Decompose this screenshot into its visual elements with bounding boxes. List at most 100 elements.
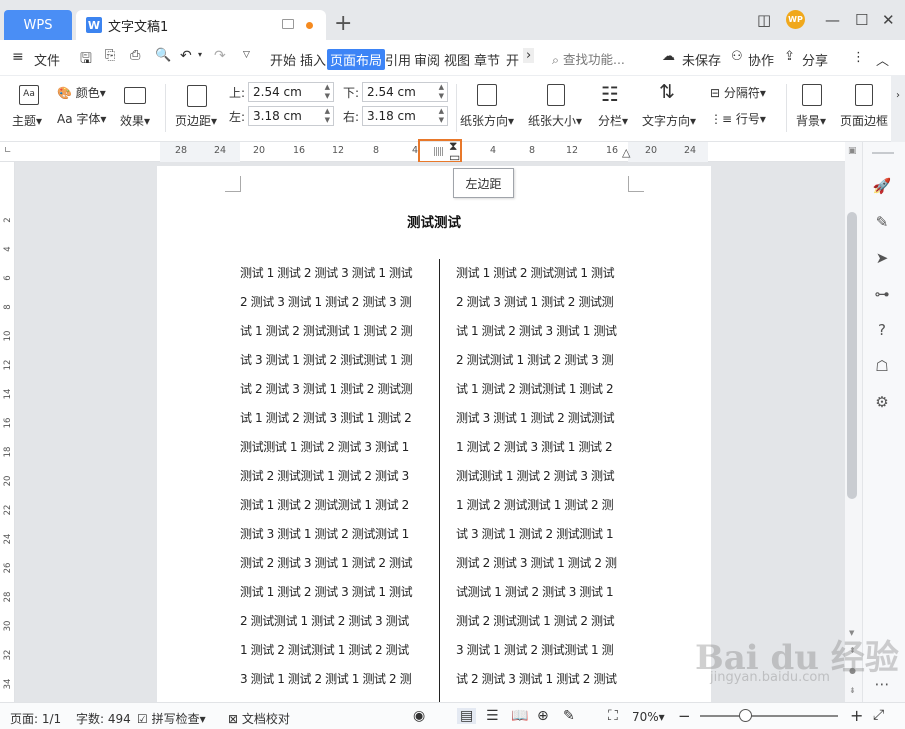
ribbon-scroll-right-icon[interactable]: › [891, 76, 905, 142]
page-view-icon[interactable]: ▤ [457, 708, 477, 724]
fullscreen-icon[interactable]: ⤢ [873, 707, 884, 723]
adjust-sliders-icon[interactable]: ⊶ [872, 284, 892, 304]
spell-check-button[interactable]: ☑ 拼写检查▾ [137, 710, 206, 727]
wps-home-tab[interactable]: WPS [4, 10, 72, 40]
spinner-icon[interactable]: ▲ ▼ [325, 83, 330, 101]
right-indent-marker-icon[interactable]: △ [622, 146, 630, 159]
top-margin-field[interactable]: 2.54 cm ▲ ▼ [248, 82, 334, 102]
document-heading[interactable]: 测试测试 [157, 211, 711, 231]
undo-icon[interactable]: ↶ [180, 48, 192, 64]
menu-tab-review[interactable]: 审阅 [414, 50, 440, 69]
sidebar-toggle-icon[interactable]: ◫ [757, 12, 771, 28]
menu-tab-page-layout[interactable]: 页面布局 [327, 49, 386, 70]
margins-icon[interactable] [187, 85, 207, 107]
menu-tab-references[interactable]: 引用 [385, 50, 411, 69]
left-margin-marker[interactable]: ⧗ ▭ [418, 139, 462, 163]
rocket-icon[interactable]: 🚀 [872, 176, 892, 196]
left-margin-field[interactable]: 3.18 cm ▲ ▼ [248, 106, 334, 126]
columns-icon[interactable]: ☷ [601, 82, 619, 106]
zoom-in-button[interactable]: + [850, 706, 863, 725]
write-mode-icon[interactable]: ✎ [563, 708, 575, 724]
save-icon[interactable]: 🖫 [80, 48, 92, 72]
menu-tab-dev[interactable]: 开 [506, 50, 519, 69]
page-count[interactable]: 页面: 1/1 [10, 710, 61, 727]
effect-icon[interactable] [124, 87, 146, 104]
menu-tab-view[interactable]: 视图 [444, 50, 470, 69]
theme-icon[interactable]: Aa [19, 85, 39, 105]
line-number-button[interactable]: ⋮≡ 行号▾ [710, 110, 766, 127]
margins-button[interactable]: 页边距▾ [175, 112, 217, 129]
maximize-button[interactable]: ☐ [855, 12, 868, 28]
paper-size-button[interactable]: 纸张大小▾ [528, 112, 582, 129]
share-settings-icon[interactable]: ⚙ [872, 392, 892, 412]
web-view-icon[interactable]: ⊕ [537, 708, 549, 724]
text-direction-icon[interactable]: ⇅ [659, 81, 675, 103]
share-button[interactable]: 分享 [802, 50, 828, 69]
fit-page-icon[interactable]: ⛶ [608, 708, 618, 724]
print-preview-icon[interactable]: 🔍 [155, 48, 171, 63]
collapse-ribbon-icon[interactable]: ︿ [876, 50, 889, 69]
cursor-select-icon[interactable]: ➤ [872, 248, 892, 268]
close-button[interactable]: ✕ [882, 12, 895, 28]
background-button[interactable]: 背景▾ [796, 112, 826, 129]
hamburger-icon[interactable]: ≡ [12, 49, 24, 65]
panel-handle[interactable] [872, 152, 894, 154]
word-count[interactable]: 字数: 494 [76, 710, 131, 727]
scroll-top-icon[interactable]: ▣ [848, 146, 857, 156]
spinner-icon[interactable]: ▲ ▼ [439, 107, 444, 125]
help-icon[interactable]: ? [872, 320, 892, 340]
text-direction-button[interactable]: 文字方向▾ [642, 112, 696, 129]
document-tab[interactable]: W 文字文稿1 [76, 10, 326, 40]
menu-tab-insert[interactable]: 插入 [300, 50, 326, 69]
paper-size-icon[interactable] [547, 84, 565, 106]
redo-icon[interactable]: ↷ [214, 48, 226, 64]
effect-button[interactable]: 效果▾ [120, 112, 150, 129]
orientation-icon[interactable] [477, 84, 497, 106]
indent-hourglass-icon[interactable]: ⧗ ▭ [449, 140, 460, 163]
zoom-out-button[interactable]: − [678, 707, 691, 725]
proofread-button[interactable]: ⊠ 文档校对 [228, 710, 290, 727]
zoom-level[interactable]: 70%▾ [632, 710, 665, 724]
right-column[interactable]: 测试 1 测试 2 测试测试 1 测试 2 测试 3 测试 1 测试 2 测试测试… [456, 264, 644, 699]
reading-view-icon[interactable]: 📖 [511, 708, 528, 724]
page-border-button[interactable]: 页面边框 [840, 112, 888, 129]
pen-icon[interactable]: ✎ [872, 212, 892, 232]
new-tab-button[interactable]: + [334, 12, 352, 36]
columns-button[interactable]: 分栏▾ [598, 112, 628, 129]
spinner-icon[interactable]: ▲ ▼ [325, 107, 330, 125]
font-button[interactable]: Aa 字体▾ [57, 110, 106, 127]
document-workspace[interactable]: 测试测试 测试 1 测试 2 测试 3 测试 1 测试 2 测试 3 测试 1 测… [15, 162, 845, 702]
material-icon[interactable]: ☖ [872, 356, 892, 376]
theme-button[interactable]: 主题▾ [12, 112, 42, 129]
more-options-icon[interactable]: ⋮ [852, 50, 865, 65]
next-page-icon[interactable]: ⇟ [849, 686, 856, 695]
separator-button[interactable]: ⊟ 分隔符▾ [710, 84, 766, 101]
spinner-icon[interactable]: ▲ ▼ [439, 83, 444, 101]
minimize-button[interactable]: — [825, 12, 840, 28]
undo-dropdown-icon[interactable]: ▾ [198, 50, 202, 59]
orientation-button[interactable]: 纸张方向▾ [460, 112, 514, 129]
bottom-margin-field[interactable]: 2.54 cm ▲ ▼ [362, 82, 448, 102]
search-input[interactable]: ⌕ 查找功能... [552, 49, 625, 68]
outline-view-icon[interactable]: ☰ [486, 708, 499, 724]
menu-tab-start[interactable]: 开始 [270, 50, 296, 69]
avatar[interactable]: WP [786, 10, 805, 29]
eye-protect-icon[interactable]: ◉ [413, 708, 425, 724]
export-pdf-icon[interactable]: ⎘ [105, 48, 115, 63]
scrollbar-thumb[interactable] [847, 212, 857, 499]
document-page[interactable]: 测试测试 测试 1 测试 2 测试 3 测试 1 测试 2 测试 3 测试 1 测… [157, 166, 711, 702]
menu-scroll-right-icon[interactable]: › [523, 48, 535, 63]
zoom-slider[interactable] [700, 715, 838, 717]
menu-file[interactable]: 文件 [34, 50, 60, 69]
page-border-icon[interactable] [855, 84, 873, 106]
unsaved-button[interactable]: 未保存 [682, 50, 721, 69]
left-column[interactable]: 测试 1 测试 2 测试 3 测试 1 测试 2 测试 3 测试 1 测试 2 测… [240, 264, 428, 699]
print-icon[interactable]: ⎙ [130, 48, 140, 63]
vertical-ruler[interactable]: 2 4 6 8 10 12 14 16 18 20 22 24 26 28 30… [0, 162, 15, 702]
background-icon[interactable] [802, 84, 822, 106]
collaborate-button[interactable]: 协作 [748, 50, 774, 69]
tab-stop-icon[interactable]: ∟ [4, 146, 12, 156]
monitor-icon[interactable] [282, 19, 294, 29]
right-margin-field[interactable]: 3.18 cm ▲ ▼ [362, 106, 448, 126]
zoom-slider-handle[interactable] [739, 709, 752, 722]
